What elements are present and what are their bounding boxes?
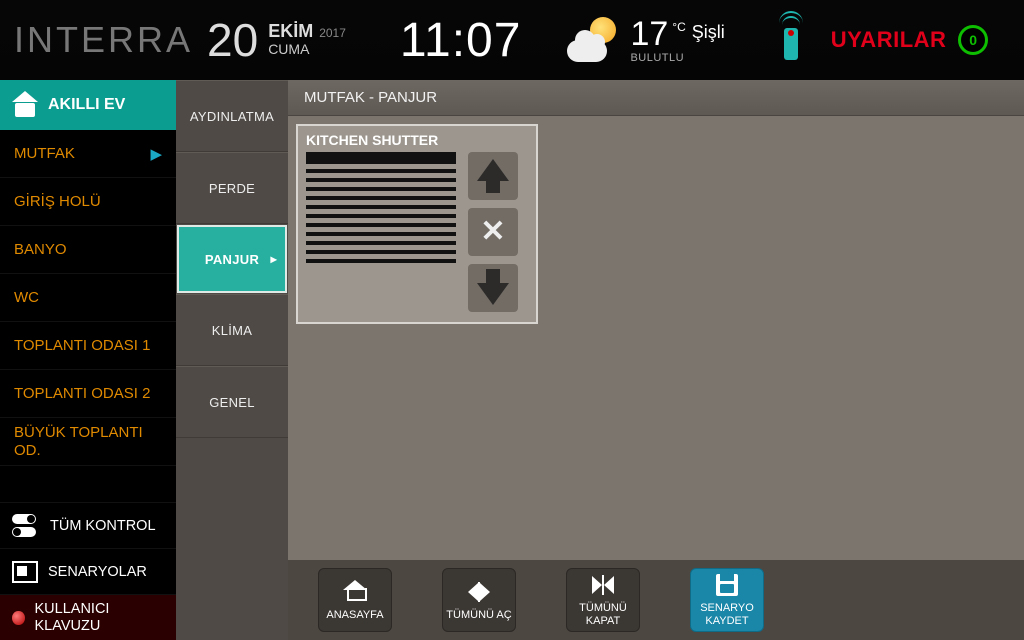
breadcrumb: MUTFAK - PANJUR <box>288 80 1024 116</box>
category-panjur[interactable]: PANJUR <box>177 225 287 293</box>
bottom-bar: ANASAYFA TÜMÜNÜ AÇ TÜMÜNÜ KAPAT SENARYO … <box>288 560 1024 640</box>
alerts-button[interactable]: UYARILAR 0 <box>831 25 989 55</box>
bottom-save-scenario-button[interactable]: SENARYO KAYDET <box>690 568 764 632</box>
top-bar: INTERRA 20 EKİM 2017 CUMA 11:07 17 °C Şiş… <box>0 0 1024 80</box>
sidebar-header-label: AKILLI EV <box>48 96 125 114</box>
close-icon: ✕ <box>480 217 505 247</box>
bottom-close-all-button[interactable]: TÜMÜNÜ KAPAT <box>566 568 640 632</box>
arrow-up-icon <box>477 159 509 181</box>
category-genel[interactable]: GENEL <box>176 366 288 438</box>
aux-scenarios[interactable]: SENARYOLAR <box>0 548 176 594</box>
device-card-kitchen-shutter: KITCHEN SHUTTER ✕ <box>296 124 538 324</box>
alerts-count-badge: 0 <box>958 25 988 55</box>
device-title: KITCHEN SHUTTER <box>306 132 528 148</box>
content-area: KITCHEN SHUTTER ✕ <box>288 116 1024 560</box>
scenario-icon <box>12 561 38 583</box>
date-weekday: CUMA <box>268 42 346 57</box>
weather-icon <box>565 13 620 68</box>
room-item-buyuk-toplanti[interactable]: BÜYÜK TOPLANTI OD. <box>0 418 176 466</box>
room-item-giris-holu[interactable]: GİRİŞ HOLÜ <box>0 178 176 226</box>
close-all-icon <box>592 575 614 595</box>
room-item-toplanti-2[interactable]: TOPLANTI ODASI 2 <box>0 370 176 418</box>
room-item-toplanti-1[interactable]: TOPLANTI ODASI 1 <box>0 322 176 370</box>
shutter-down-button[interactable] <box>468 264 518 312</box>
toggle-icon <box>12 514 40 537</box>
categories-sidebar: AYDINLATMA PERDE PANJUR KLİMA GENEL <box>176 80 288 640</box>
date-year: 2017 <box>319 26 346 40</box>
temperature-value: 17 <box>630 17 668 51</box>
brand-logo: INTERRA <box>14 19 193 61</box>
shutter-stop-button[interactable]: ✕ <box>468 208 518 256</box>
bottom-home-button[interactable]: ANASAYFA <box>318 568 392 632</box>
shutter-up-button[interactable] <box>468 152 518 200</box>
date-day: 20 <box>207 13 258 67</box>
shutter-icon <box>306 152 456 272</box>
clock: 11:07 <box>400 13 522 68</box>
record-icon <box>12 611 25 625</box>
aux-all-control[interactable]: TÜM KONTROL <box>0 502 176 548</box>
category-perde[interactable]: PERDE <box>176 152 288 224</box>
save-icon <box>716 574 738 596</box>
weather-condition: BULUTLU <box>630 53 724 64</box>
weather-city: Şişli <box>692 23 725 41</box>
room-item-wc[interactable]: WC <box>0 274 176 322</box>
rooms-sidebar: AKILLI EV MUTFAK▶ GİRİŞ HOLÜ BANYO WC TO… <box>0 80 176 640</box>
aux-user-guide[interactable]: KULLANICI KLAVUZU <box>0 594 176 640</box>
room-item-banyo[interactable]: BANYO <box>0 226 176 274</box>
category-klima[interactable]: KLİMA <box>176 294 288 366</box>
remote-icon[interactable] <box>779 20 803 60</box>
house-icon <box>12 93 38 117</box>
sidebar-header-smart-home[interactable]: AKILLI EV <box>0 80 176 130</box>
home-icon <box>345 583 365 601</box>
date-block: 20 EKİM 2017 CUMA <box>207 13 346 67</box>
bottom-open-all-button[interactable]: TÜMÜNÜ AÇ <box>442 568 516 632</box>
date-month: EKİM <box>268 21 313 41</box>
category-aydinlatma[interactable]: AYDINLATMA <box>176 80 288 152</box>
arrow-down-icon <box>477 283 509 305</box>
temperature-unit: °C <box>672 21 685 33</box>
play-icon: ▶ <box>150 145 162 163</box>
weather-block: 17 °C Şişli BULUTLU <box>565 13 724 68</box>
room-item-mutfak[interactable]: MUTFAK▶ <box>0 130 176 178</box>
alerts-label: UYARILAR <box>831 27 947 53</box>
main-area: MUTFAK - PANJUR KITCHEN SHUTTER ✕ <box>288 80 1024 640</box>
open-all-icon <box>468 582 490 602</box>
